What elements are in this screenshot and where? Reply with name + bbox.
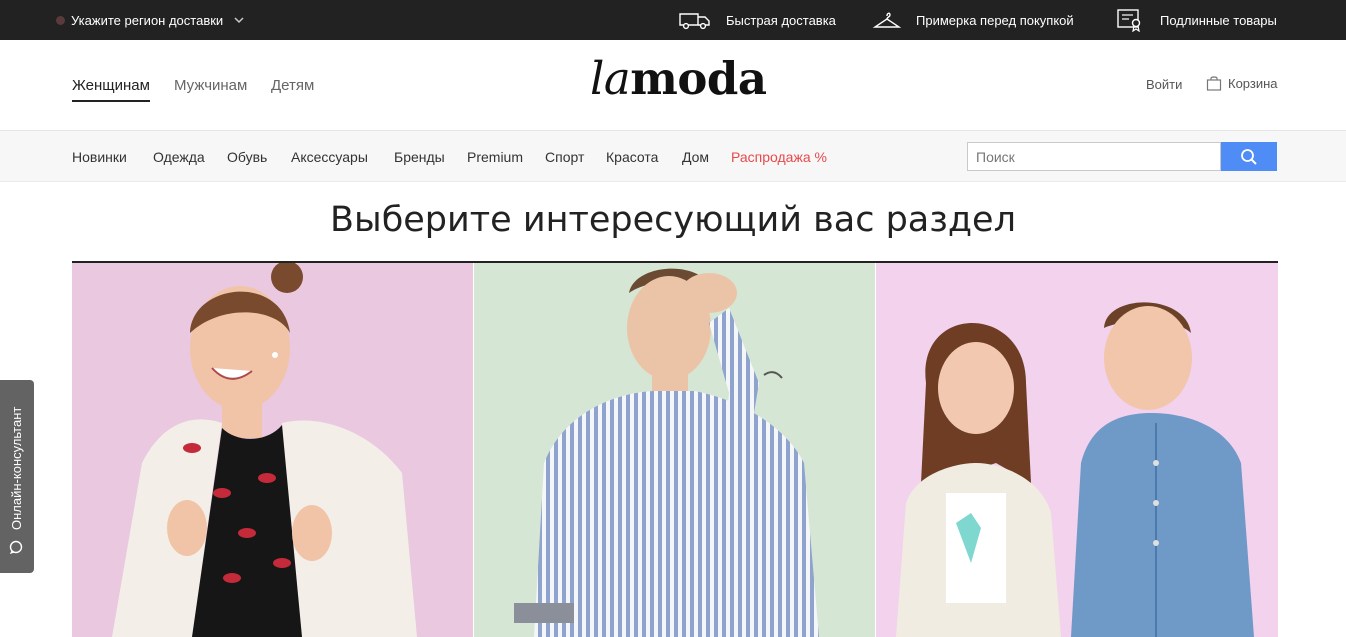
nav-item-clothes[interactable]: Одежда <box>153 149 205 165</box>
perk-label: Подлинные товары <box>1160 12 1277 28</box>
delivery-truck-icon <box>679 13 710 30</box>
top-bar: Укажите регион доставки Быстрая доставка… <box>0 0 1346 40</box>
region-selector[interactable]: Укажите регион доставки <box>56 0 245 40</box>
perk-label: Быстрая доставка <box>726 12 836 28</box>
nav-item-sport[interactable]: Спорт <box>545 149 584 165</box>
cart-link[interactable]: Корзина <box>1206 75 1278 91</box>
search-icon <box>1241 148 1257 165</box>
nav-item-beauty[interactable]: Красота <box>606 149 658 165</box>
cart-label: Корзина <box>1228 75 1278 91</box>
category-nav: Новинки Одежда Обувь Аксессуары Бренды P… <box>0 131 1346 182</box>
region-label: Укажите регион доставки <box>71 12 224 28</box>
section-card-women[interactable] <box>72 263 473 637</box>
search-input[interactable] <box>967 142 1221 171</box>
perk-authentic[interactable]: Подлинные товары <box>1116 0 1277 40</box>
nav-item-premium[interactable]: Premium <box>467 149 523 165</box>
nav-item-accessories[interactable]: Аксессуары <box>291 149 368 165</box>
certificate-icon <box>1117 9 1141 32</box>
gender-tab-kids[interactable]: Детям <box>271 77 314 100</box>
site-header: Женщинам Мужчинам Детям lamoda Войти Кор… <box>0 40 1346 131</box>
hanger-icon <box>872 12 902 28</box>
gender-tab-women[interactable]: Женщинам <box>72 77 150 102</box>
men-photo <box>474 263 875 637</box>
chevron-down-icon <box>234 17 244 24</box>
chat-bubble-icon <box>9 540 23 554</box>
kids-photo <box>876 263 1278 637</box>
nav-item-new[interactable]: Новинки <box>72 149 127 165</box>
lamoda-logo[interactable]: lamoda <box>590 52 767 105</box>
online-consultant-label: Онлайн-консультант <box>9 406 24 530</box>
shopping-bag-icon <box>1206 76 1222 91</box>
nav-item-home[interactable]: Дом <box>682 149 709 165</box>
nav-item-shoes[interactable]: Обувь <box>227 149 267 165</box>
perk-label: Примерка перед покупкой <box>916 12 1074 28</box>
page-heading: Выберите интересующий вас раздел <box>330 200 1016 240</box>
online-consultant-tab[interactable]: Онлайн-консультант <box>0 380 34 573</box>
perk-fast-delivery[interactable]: Быстрая доставка <box>678 0 836 40</box>
section-card-kids[interactable] <box>876 263 1278 637</box>
section-card-men[interactable] <box>474 263 875 637</box>
gender-tab-men[interactable]: Мужчинам <box>174 77 247 100</box>
nav-item-brands[interactable]: Бренды <box>394 149 445 165</box>
women-photo <box>72 263 473 637</box>
location-dot-icon <box>56 15 65 25</box>
search-button[interactable] <box>1221 142 1277 171</box>
login-link[interactable]: Войти <box>1146 77 1182 92</box>
nav-item-sale[interactable]: Распродажа % <box>731 149 827 165</box>
perk-fitting[interactable]: Примерка перед покупкой <box>872 0 1074 40</box>
